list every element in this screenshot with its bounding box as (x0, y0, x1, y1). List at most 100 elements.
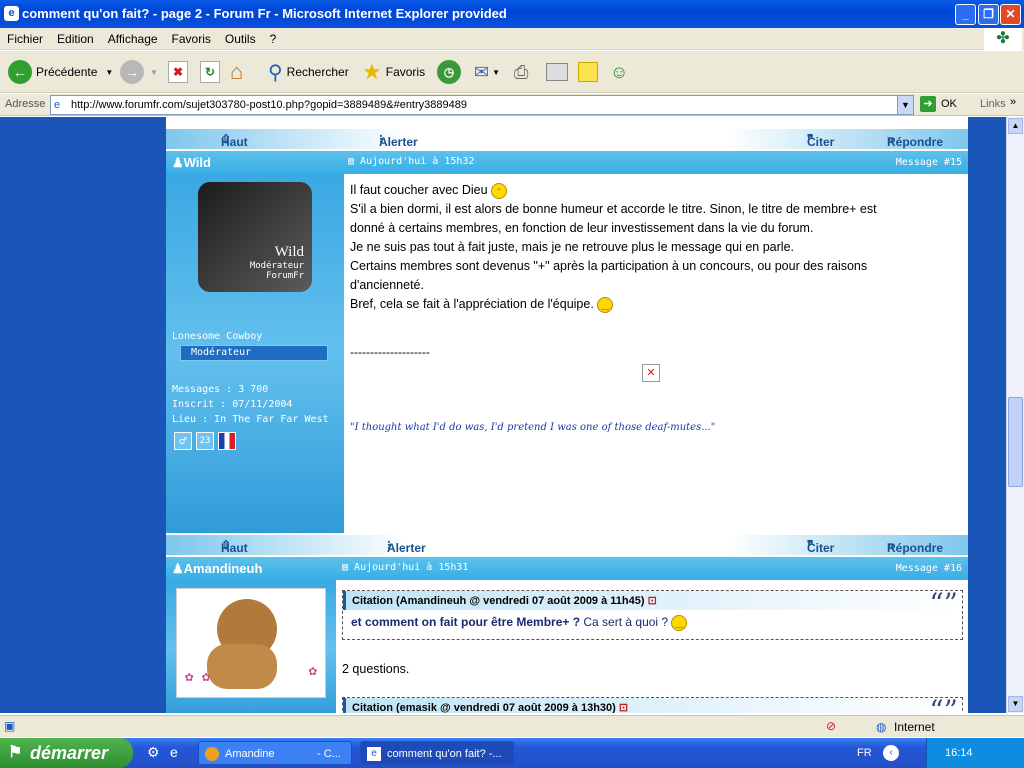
ie-quicklaunch-icon[interactable]: e (170, 744, 178, 760)
tray-arrow-icon[interactable]: ‹ (883, 745, 899, 761)
home-button[interactable]: ⌂ (230, 58, 243, 86)
quote-marks-icon: “” (929, 587, 958, 620)
discuss-button[interactable] (578, 58, 598, 86)
quicklaunch-icon[interactable]: ⚙ (147, 744, 160, 761)
go-label: OK (941, 98, 957, 110)
scroll-down-icon[interactable]: ▼ (1008, 696, 1023, 712)
windows-flag-icon: ⚑ (8, 744, 23, 761)
menu-edition[interactable]: Edition (50, 28, 101, 50)
address-input[interactable]: e http://www.forumfr.com/sujet303780-pos… (50, 95, 914, 115)
quote-text: et comment on fait pour être Membre+ ? C… (343, 610, 962, 636)
search-button[interactable]: ⚲ Rechercher (268, 58, 349, 86)
task-amandine[interactable]: Amandine - C... (198, 741, 352, 765)
menu-favoris[interactable]: Favoris (165, 28, 218, 50)
menu-outils[interactable]: Outils (218, 28, 263, 50)
post-author[interactable]: ♟Wild (172, 155, 211, 171)
haut-link[interactable]: Haut ⇧ (221, 132, 248, 149)
address-url: http://www.forumfr.com/sujet303780-post1… (71, 99, 467, 111)
search-icon: ⚲ (268, 61, 283, 84)
scroll-up-icon[interactable]: ▲ (1008, 118, 1023, 134)
forward-dropdown-icon[interactable]: ▼ (150, 68, 158, 77)
post-number[interactable]: Message #16 (896, 563, 962, 574)
refresh-button[interactable]: ↻ (200, 58, 220, 86)
mail-dropdown-icon[interactable]: ▼ (492, 68, 500, 77)
window-title: comment qu'on fait? - page 2 - Forum Fr … (22, 6, 507, 21)
taskbar: ⚑ démarrer ⚙ e Amandine - C... e comment… (0, 738, 1024, 768)
quote-header: Citation (Amandineuh @ vendredi 07 août … (343, 591, 962, 610)
flower-icon: ✿ ✿ (185, 669, 211, 685)
favorites-label: Favoris (385, 65, 426, 79)
edit-button[interactable] (546, 58, 568, 86)
favorites-button[interactable]: ★ Favoris (362, 58, 425, 86)
haut-link[interactable]: Haut ⇧ (221, 538, 248, 555)
avatar: Wild Modérateur ForumFr (198, 182, 312, 292)
author-profile: Wild Modérateur ForumFr Lonesome Cowboy … (166, 174, 344, 533)
window-titlebar: e comment qu'on fait? - page 2 - Forum F… (0, 0, 1024, 28)
stop-icon: ✖ (168, 61, 188, 83)
menu-fichier[interactable]: Fichier (0, 28, 50, 50)
history-button[interactable]: ◷ (437, 58, 461, 86)
male-icon: ♂ (174, 432, 192, 450)
windows-logo-icon: ✤ (984, 28, 1022, 50)
alerter-link[interactable]: Alerter ⁝ (387, 538, 426, 555)
task-ie-window[interactable]: e comment qu'on fait? -... (360, 741, 514, 765)
post-icon: ▤ (348, 156, 361, 167)
menu-bar: Fichier Edition Affichage Favoris Outils? ✤ (0, 28, 1024, 50)
quote-header: Citation (emasik @ vendredi 07 août 2009… (343, 698, 962, 713)
member-title: Lonesome Cowboy (172, 331, 263, 342)
maximize-button[interactable]: ❐ (978, 4, 999, 25)
smile-icon: ‿ (597, 296, 614, 313)
star-icon: ★ (362, 59, 382, 84)
post-action-bar: Haut ⇧ Alerter ⁝ Citer ❞ Répondre » (166, 535, 968, 555)
citer-link[interactable]: Citer ❞ (807, 538, 834, 555)
mail-icon: ✉ (474, 61, 490, 82)
toolbar: ← Précédente ▼ → ▼ ✖ ↻ ⌂ ⚲ Rechercher ★ … (0, 51, 1024, 93)
quote-link-icon[interactable]: ⊡ (619, 702, 628, 713)
back-button[interactable]: ← Précédente ▼ (8, 58, 113, 86)
links-button[interactable]: Links (980, 98, 1006, 110)
broken-image-icon: ✕ (642, 364, 660, 382)
print-button[interactable]: ⎙ (514, 58, 528, 86)
menu-help[interactable]: ? (263, 28, 284, 50)
citer-link[interactable]: Citer ❞ (807, 132, 834, 149)
author-profile: ✿ ✿ ✿ (166, 580, 336, 713)
post-action-bar: Haut ⇧ Alerter ⁝ Citer ❞ Répondre » (166, 129, 968, 149)
repondre-link[interactable]: Répondre » (887, 132, 943, 149)
back-dropdown-icon[interactable]: ▼ (105, 68, 113, 77)
signature-separator: -------------------- (350, 345, 430, 359)
menu-affichage[interactable]: Affichage (101, 28, 165, 50)
close-button[interactable]: ✕ (1000, 4, 1021, 25)
member-badges: ♂ 23 (174, 432, 236, 450)
language-indicator[interactable]: FR (857, 738, 872, 768)
messenger-button[interactable]: ☺ (610, 58, 628, 86)
links-chevron-icon[interactable]: » (1010, 96, 1016, 108)
quote-block: Citation (Amandineuh @ vendredi 07 août … (342, 587, 963, 640)
security-icon: ⊘ (826, 719, 837, 733)
go-arrow-icon: ➔ (920, 96, 936, 112)
stop-button[interactable]: ✖ (168, 58, 188, 86)
ie-icon: e (367, 747, 381, 761)
scroll-thumb[interactable] (1008, 397, 1023, 487)
rank-badge: Modérateur (180, 345, 328, 361)
note-icon (578, 62, 598, 82)
address-dropdown-icon[interactable]: ▼ (897, 96, 913, 114)
search-label: Rechercher (286, 65, 349, 79)
go-button[interactable]: ➔ OK (920, 96, 957, 112)
minimize-button[interactable]: _ (955, 4, 976, 25)
alerter-link[interactable]: Alerter ⁝ (379, 132, 418, 149)
forward-button[interactable]: → ▼ (120, 58, 158, 86)
page-icon: e (54, 99, 61, 111)
vertical-scrollbar[interactable]: ▲ ▼ (1006, 117, 1024, 713)
quote-link-icon[interactable]: ⊡ (648, 595, 657, 607)
post-number[interactable]: Message #15 (896, 157, 962, 168)
start-button[interactable]: ⚑ démarrer (0, 738, 133, 768)
address-bar: Adresse e http://www.forumfr.com/sujet30… (0, 94, 1024, 116)
mail-button[interactable]: ✉ ▼ (474, 58, 500, 86)
repondre-link[interactable]: Répondre » (887, 538, 943, 555)
back-label: Précédente (36, 65, 98, 79)
clock: 16:14 (945, 747, 973, 759)
post-author[interactable]: ♟Amandineuh (172, 561, 262, 577)
history-icon: ◷ (437, 60, 461, 84)
smile-icon: ‿ (671, 615, 688, 631)
quote-marks-icon: “” (929, 694, 958, 713)
